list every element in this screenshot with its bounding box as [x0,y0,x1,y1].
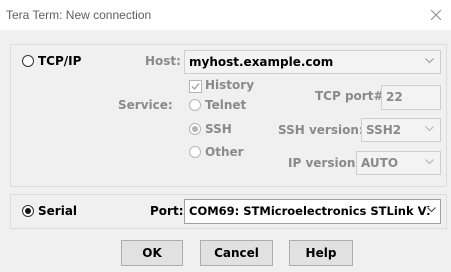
tcpip-radio-label: TCP/IP [38,54,82,68]
service-other-label: Other [205,145,244,159]
service-label: Service: [118,98,173,112]
ip-version-select[interactable]: AUTO [356,151,441,175]
tcp-port-input[interactable]: 22 [381,85,441,110]
tcpip-radio[interactable] [22,55,34,67]
help-button[interactable]: Help [289,240,353,266]
ip-version-label: IP version: [288,156,361,170]
chevron-down-icon [425,126,434,132]
ok-button[interactable]: OK [121,240,183,266]
history-checkbox[interactable] [189,80,202,93]
chevron-down-icon [425,159,434,165]
ip-version-value: AUTO [361,156,399,170]
chevron-down-icon [427,207,436,213]
port-value: COM69: STMicroelectronics STLink Vi [189,204,431,218]
chevron-down-icon [425,58,434,64]
tcp-port-label: TCP port#: [315,89,389,103]
service-telnet-label: Telnet [205,98,247,112]
service-ssh-label: SSH [205,122,232,136]
service-telnet-radio[interactable] [189,99,201,111]
port-select[interactable]: COM69: STMicroelectronics STLink Vi [184,199,441,224]
host-value: myhost.example.com [189,55,334,69]
serial-radio-label: Serial [38,204,78,218]
ssh-version-label: SSH version: [278,123,364,137]
service-other-radio[interactable] [189,146,201,158]
cancel-button[interactable]: Cancel [200,240,273,266]
host-label: Host: [145,54,181,68]
close-button[interactable] [421,0,451,30]
ssh-version-value: SSH2 [366,123,402,137]
window-title: Tera Term: New connection [6,8,152,22]
host-combobox[interactable]: myhost.example.com [184,50,441,74]
close-icon [431,10,441,20]
serial-radio[interactable] [22,205,34,217]
check-icon [191,83,200,91]
title-bar: Tera Term: New connection [0,0,451,30]
port-label: Port: [150,204,184,218]
service-ssh-radio[interactable] [189,123,201,135]
ssh-version-select[interactable]: SSH2 [361,118,441,142]
tcp-port-value: 22 [386,90,403,104]
history-label: History [205,78,255,92]
